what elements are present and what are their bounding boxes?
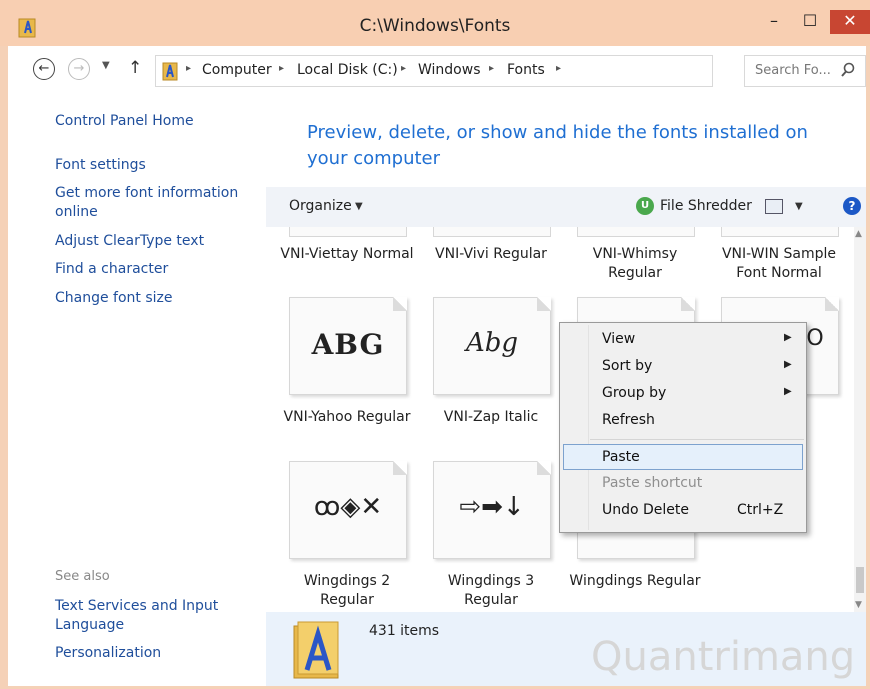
more-font-info-link[interactable]: Get more font information online xyxy=(55,184,245,222)
search-input[interactable]: Search Fo... xyxy=(744,55,866,87)
vertical-scrollbar[interactable]: ▲ ▼ xyxy=(854,227,866,612)
font-folder-icon xyxy=(293,621,339,679)
breadcrumb-separator[interactable]: ▸ xyxy=(186,63,191,74)
change-font-size-link[interactable]: Change font size xyxy=(55,289,255,308)
page-title: Preview, delete, or show and hide the fo… xyxy=(307,122,808,169)
font-sample: Abg xyxy=(465,328,519,358)
font-card-edge xyxy=(289,227,407,237)
font-card-edge xyxy=(721,227,839,237)
breadcrumb-separator[interactable]: ▸ xyxy=(556,63,561,74)
see-also-heading: See also xyxy=(55,569,110,584)
font-card-edge xyxy=(433,227,551,237)
change-view-icon[interactable] xyxy=(765,199,783,214)
font-item-label[interactable]: VNI-Yahoo Regular xyxy=(277,408,417,427)
submenu-arrow-icon: ▶ xyxy=(784,359,792,370)
font-sample: ⇨➡↓ xyxy=(459,492,525,522)
font-item[interactable]: ABG xyxy=(289,297,407,395)
watermark: Quantrimang xyxy=(591,634,856,680)
font-item-label[interactable]: VNI-Viettay Normal xyxy=(277,245,417,264)
search-icon[interactable] xyxy=(841,62,855,78)
menu-item-paste[interactable]: Paste xyxy=(563,444,803,470)
recent-locations-button[interactable]: ▼ xyxy=(102,60,110,71)
organize-button[interactable]: Organize xyxy=(289,198,352,214)
title-bar[interactable]: C:\Windows\Fonts – ☐ ✕ xyxy=(0,0,870,46)
file-shredder-icon[interactable]: U xyxy=(636,197,654,215)
close-button[interactable]: ✕ xyxy=(830,10,870,34)
font-item-label[interactable]: Wingdings Regular xyxy=(565,572,705,591)
context-menu: View ▶ Sort by ▶ Group by ▶ Refresh Past… xyxy=(559,322,807,533)
breadcrumb-computer[interactable]: Computer xyxy=(202,62,272,78)
scrollbar-thumb[interactable] xyxy=(856,567,864,593)
file-shredder-button[interactable]: File Shredder xyxy=(660,198,752,214)
personalization-link[interactable]: Personalization xyxy=(55,644,255,663)
back-button[interactable]: ← xyxy=(33,58,55,80)
breadcrumb-separator[interactable]: ▸ xyxy=(279,63,284,74)
menu-label: Refresh xyxy=(602,412,655,428)
menu-item-group-by[interactable]: Group by ▶ xyxy=(560,381,806,407)
font-item[interactable]: ꝏ◈✕ xyxy=(289,461,407,559)
font-folder-icon xyxy=(162,62,178,81)
submenu-arrow-icon: ▶ xyxy=(784,386,792,397)
breadcrumb-separator[interactable]: ▸ xyxy=(489,63,494,74)
menu-label: Undo Delete xyxy=(602,502,690,518)
menu-label: Sort by xyxy=(602,358,653,374)
breadcrumb-separator[interactable]: ▸ xyxy=(401,63,406,74)
font-item-label[interactable]: VNI-Whimsy Regular xyxy=(565,245,705,283)
command-bar: Organize ▼ U File Shredder ▼ ? xyxy=(266,187,866,227)
item-count: 431 items xyxy=(369,623,440,639)
window-title: C:\Windows\Fonts xyxy=(359,16,511,36)
up-button[interactable]: ↑ xyxy=(128,58,142,78)
font-item-label[interactable]: VNI-Vivi Regular xyxy=(421,245,561,264)
search-placeholder: Search Fo... xyxy=(755,63,831,78)
breadcrumb-fonts[interactable]: Fonts xyxy=(507,62,545,78)
submenu-arrow-icon: ▶ xyxy=(784,332,792,343)
menu-separator xyxy=(590,439,804,440)
text-services-link[interactable]: Text Services and Input Language xyxy=(55,597,225,635)
menu-label: Paste shortcut xyxy=(602,475,703,491)
control-panel-home-link[interactable]: Control Panel Home xyxy=(55,112,255,131)
menu-item-paste-shortcut[interactable]: Paste shortcut xyxy=(560,471,806,497)
menu-label: Paste xyxy=(602,449,640,465)
font-sample: ABG xyxy=(311,328,385,361)
help-icon[interactable]: ? xyxy=(843,197,861,215)
menu-item-sort-by[interactable]: Sort by ▶ xyxy=(560,354,806,380)
menu-label: Group by xyxy=(602,385,667,401)
details-pane: 431 items Quantrimang xyxy=(266,612,866,686)
font-item-label[interactable]: VNI-Zap Italic xyxy=(421,408,561,427)
font-item-label[interactable]: VNI-WIN Sample Font Normal xyxy=(709,245,849,283)
find-character-link[interactable]: Find a character xyxy=(55,260,255,279)
font-sample: ꝏ◈✕ xyxy=(313,492,383,522)
task-pane: Control Panel Home Font settings Get mor… xyxy=(8,92,266,686)
maximize-button[interactable]: ☐ xyxy=(796,10,824,34)
menu-item-view[interactable]: View ▶ xyxy=(560,327,806,353)
font-settings-link[interactable]: Font settings xyxy=(55,156,255,175)
font-item-label[interactable]: Wingdings 3 Regular xyxy=(421,572,561,610)
font-item[interactable]: Abg xyxy=(433,297,551,395)
scroll-down-icon[interactable]: ▼ xyxy=(855,600,862,610)
scroll-up-icon[interactable]: ▲ xyxy=(855,229,862,239)
explorer-window: C:\Windows\Fonts – ☐ ✕ ← → ▼ ↑ ▸ Compute… xyxy=(0,0,870,689)
menu-shortcut: Ctrl+Z xyxy=(737,502,784,518)
menu-label: View xyxy=(602,331,636,347)
minimize-button[interactable]: – xyxy=(760,10,788,34)
address-toolbar: ← → ▼ ↑ ▸ Computer ▸ Local Disk (C:) ▸ W… xyxy=(8,46,866,92)
menu-item-refresh[interactable]: Refresh xyxy=(560,408,806,434)
font-item[interactable]: ⇨➡↓ xyxy=(433,461,551,559)
view-caret-icon[interactable]: ▼ xyxy=(795,201,803,212)
breadcrumb-local-disk[interactable]: Local Disk (C:) xyxy=(297,62,398,78)
address-bar[interactable]: ▸ Computer ▸ Local Disk (C:) ▸ Windows ▸… xyxy=(155,55,861,87)
breadcrumb-windows[interactable]: Windows xyxy=(418,62,481,78)
font-item-label[interactable]: Wingdings 2 Regular xyxy=(277,572,417,610)
organize-caret-icon[interactable]: ▼ xyxy=(355,201,363,212)
menu-item-undo-delete[interactable]: Undo Delete Ctrl+Z xyxy=(560,498,806,524)
font-card-edge xyxy=(577,227,695,237)
forward-button[interactable]: → xyxy=(68,58,90,80)
cleartype-link[interactable]: Adjust ClearType text xyxy=(55,232,255,251)
